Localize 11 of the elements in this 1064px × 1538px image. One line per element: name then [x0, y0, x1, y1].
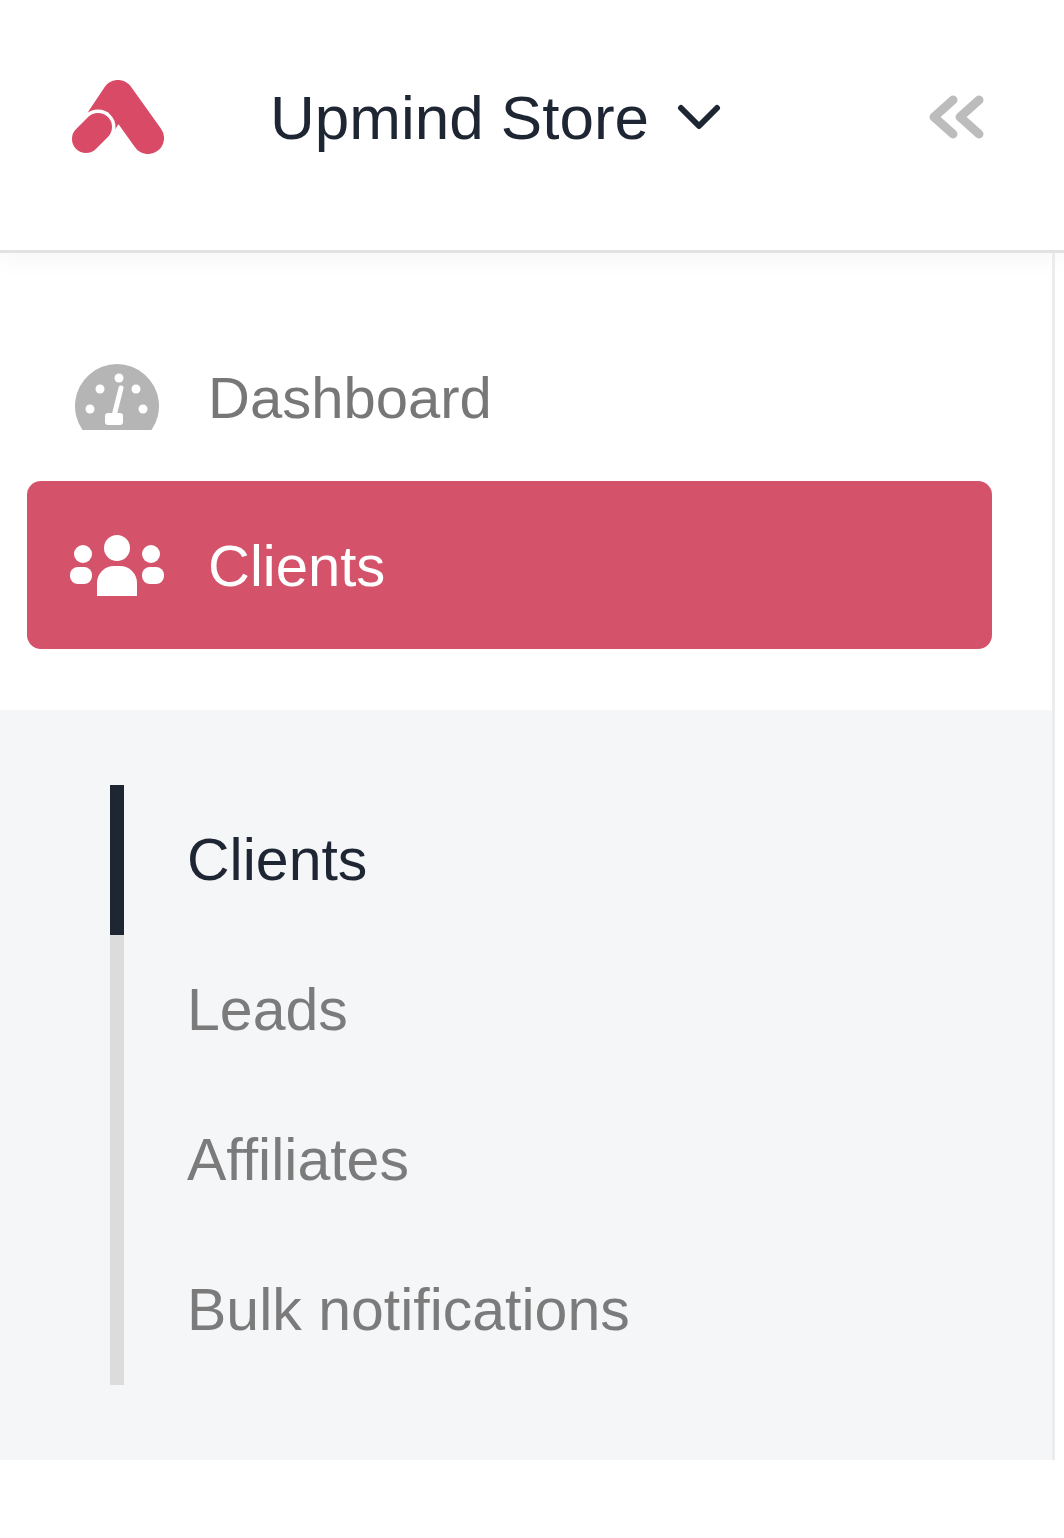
submenu-item[interactable]: Affiliates: [110, 1085, 415, 1235]
caret-icon: [677, 104, 722, 130]
gauge-icon: [75, 364, 159, 430]
logo-icon: [70, 80, 164, 154]
nav-item[interactable]: Clients: [27, 481, 992, 649]
submenu-item[interactable]: Clients: [110, 785, 374, 935]
store-switcher[interactable]: Upmind Store: [270, 81, 722, 153]
users-icon: [70, 534, 164, 596]
submenu-item[interactable]: Bulk notifications: [110, 1235, 636, 1385]
submenu-item[interactable]: Leads: [110, 935, 354, 1085]
nav-item[interactable]: Dashboard: [27, 313, 992, 481]
